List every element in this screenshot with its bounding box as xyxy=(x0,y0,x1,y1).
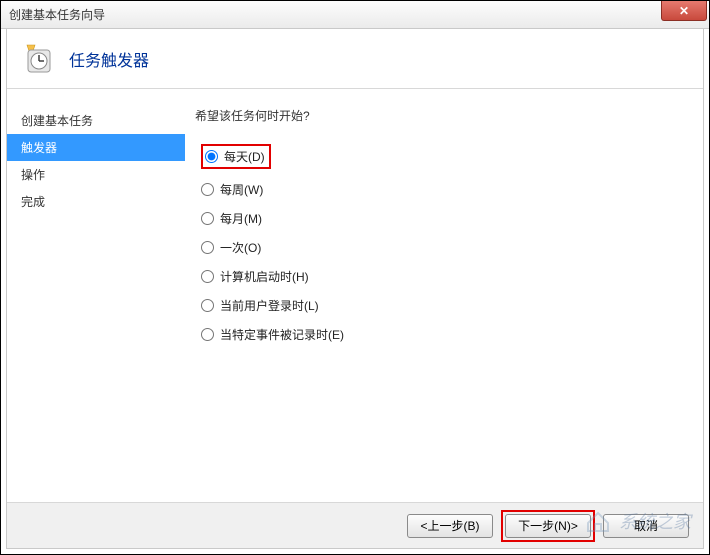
sidebar-item-step-0[interactable]: 创建基本任务 xyxy=(7,107,185,134)
sidebar-item-step-1[interactable]: 触发器 xyxy=(7,134,185,161)
trigger-options: 每天(D) 每周(W) 每月(M) 一次(O) 计算机启动时(H) 当前用户登录时(L) 当… xyxy=(195,138,693,349)
window-title: 创建基本任务向导 xyxy=(9,6,105,23)
titlebar: 创建基本任务向导 ✕ xyxy=(1,1,709,29)
clock-icon xyxy=(23,43,55,75)
trigger-option-row: 一次(O) xyxy=(195,233,693,262)
trigger-radio-label[interactable]: 每天(D) xyxy=(224,148,265,165)
trigger-option-row: 每月(M) xyxy=(195,204,693,233)
next-button-highlight: 下一步(N)> xyxy=(501,510,595,542)
trigger-option-row: 当前用户登录时(L) xyxy=(195,291,693,320)
sidebar-item-step-2[interactable]: 操作 xyxy=(7,161,185,188)
trigger-option-highlighted: 每天(D) xyxy=(201,144,271,169)
trigger-option: 计算机启动时(H) xyxy=(201,268,309,285)
back-button[interactable]: <上一步(B) xyxy=(407,514,493,538)
trigger-radio[interactable] xyxy=(201,183,214,196)
trigger-option-row: 每天(D) xyxy=(195,138,693,175)
trigger-radio[interactable] xyxy=(201,212,214,225)
next-button[interactable]: 下一步(N)> xyxy=(505,514,591,538)
trigger-option-row: 当特定事件被记录时(E) xyxy=(195,320,693,349)
trigger-option: 当特定事件被记录时(E) xyxy=(201,326,344,343)
content-area: 创建基本任务触发器操作完成 希望该任务何时开始? 每天(D) 每周(W) 每月(M)… xyxy=(7,89,703,502)
trigger-radio[interactable] xyxy=(201,270,214,283)
trigger-option: 当前用户登录时(L) xyxy=(201,297,319,314)
trigger-radio-label[interactable]: 一次(O) xyxy=(220,239,261,256)
trigger-radio-label[interactable]: 当前用户登录时(L) xyxy=(220,297,319,314)
page-title: 任务触发器 xyxy=(69,47,149,71)
trigger-radio[interactable] xyxy=(201,328,214,341)
trigger-option-row: 每周(W) xyxy=(195,175,693,204)
sidebar-item-step-3[interactable]: 完成 xyxy=(7,188,185,215)
trigger-option: 每月(M) xyxy=(201,210,262,227)
trigger-radio[interactable] xyxy=(205,150,218,163)
close-button[interactable]: ✕ xyxy=(661,1,707,21)
window-body: 任务触发器 创建基本任务触发器操作完成 希望该任务何时开始? 每天(D) 每周(W… xyxy=(6,28,704,549)
trigger-radio[interactable] xyxy=(201,299,214,312)
close-icon: ✕ xyxy=(679,4,689,18)
trigger-prompt: 希望该任务何时开始? xyxy=(195,107,693,124)
main-panel: 希望该任务何时开始? 每天(D) 每周(W) 每月(M) 一次(O) 计算机启动时(H)… xyxy=(185,89,703,502)
footer: <上一步(B) 下一步(N)> 取消 xyxy=(7,502,703,548)
cancel-button[interactable]: 取消 xyxy=(603,514,689,538)
trigger-option: 一次(O) xyxy=(201,239,261,256)
sidebar: 创建基本任务触发器操作完成 xyxy=(7,89,185,502)
trigger-option-row: 计算机启动时(H) xyxy=(195,262,693,291)
trigger-radio[interactable] xyxy=(201,241,214,254)
trigger-radio-label[interactable]: 每月(M) xyxy=(220,210,262,227)
trigger-radio-label[interactable]: 当特定事件被记录时(E) xyxy=(220,326,344,343)
trigger-option: 每周(W) xyxy=(201,181,263,198)
trigger-radio-label[interactable]: 计算机启动时(H) xyxy=(220,268,309,285)
trigger-radio-label[interactable]: 每周(W) xyxy=(220,181,263,198)
header-section: 任务触发器 xyxy=(7,29,703,89)
